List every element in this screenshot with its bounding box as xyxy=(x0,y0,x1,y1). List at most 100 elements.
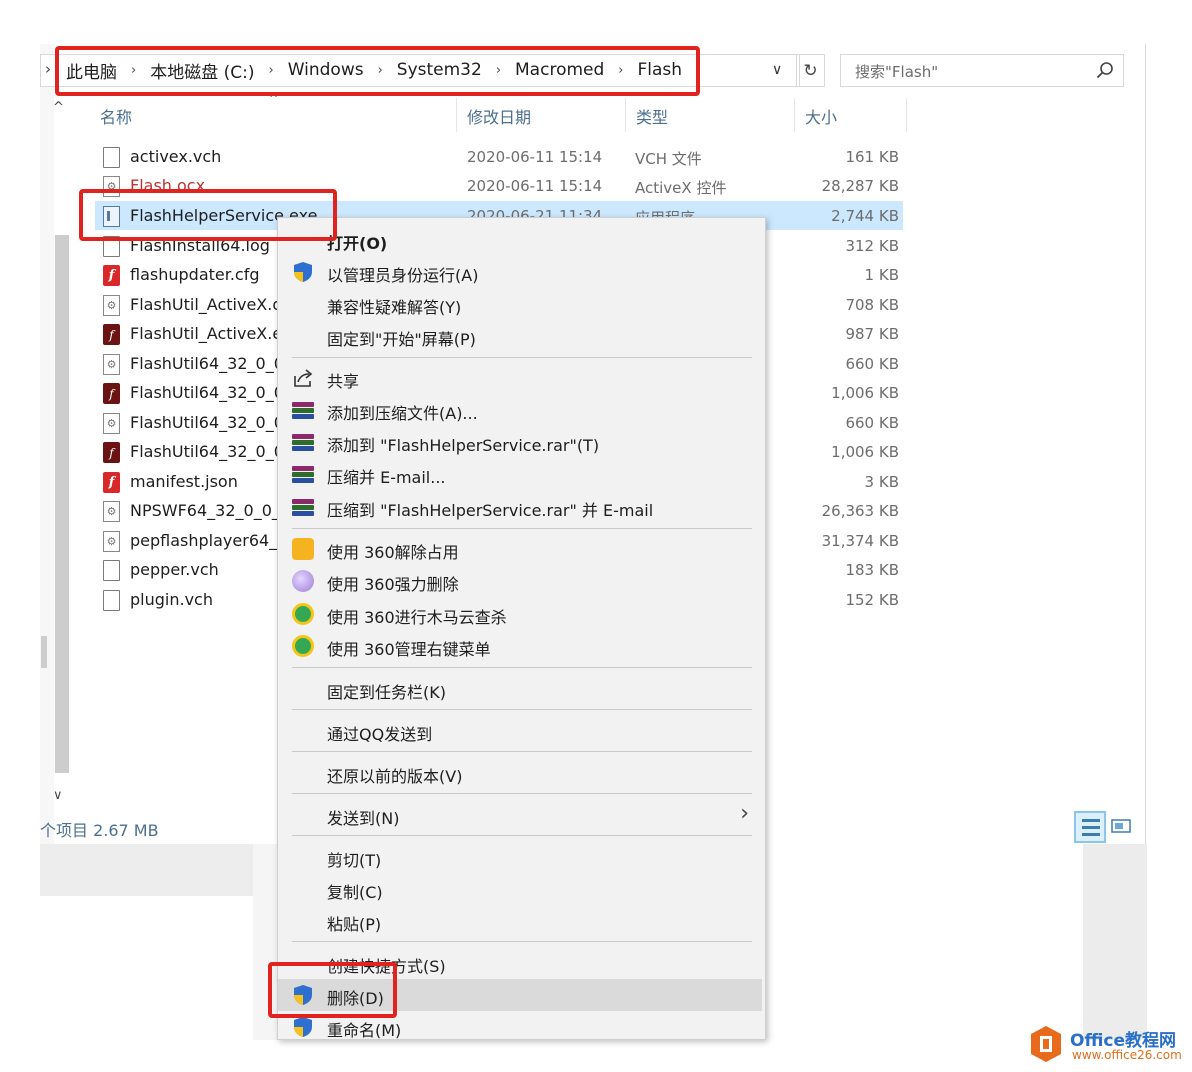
settings-file-icon: ⚙ xyxy=(103,295,120,316)
column-header-date[interactable]: 修改日期 xyxy=(467,104,531,128)
file-size: 1 KB xyxy=(864,266,899,284)
360-security-icon xyxy=(292,603,314,625)
share-icon xyxy=(294,369,313,387)
column-divider[interactable] xyxy=(456,98,457,132)
menu-item-360-trojan-scan[interactable]: 使用 360进行木马云查杀 xyxy=(278,598,765,630)
file-name: FlashUtil_ActiveX.e xyxy=(130,324,283,343)
menu-item-360-force-delete[interactable]: 使用 360强力删除 xyxy=(278,565,765,597)
refresh-icon: ↻ xyxy=(803,60,818,81)
menu-item-compatibility[interactable]: 兼容性疑难解答(Y) xyxy=(278,288,765,320)
file-size: 3 KB xyxy=(864,473,899,491)
watermark: Office教程网 www.office26.com xyxy=(1028,1022,1188,1068)
highlight-box-delete xyxy=(268,962,397,1018)
status-bar-text: 个项目 2.67 MB xyxy=(40,821,159,840)
menu-item-label: 粘贴(P) xyxy=(327,915,382,934)
scroll-down-icon[interactable]: ∨ xyxy=(53,788,63,803)
menu-item-label: 添加到压缩文件(A)... xyxy=(327,404,478,423)
360-force-delete-icon xyxy=(292,570,314,592)
column-divider[interactable] xyxy=(794,98,795,132)
menu-item-label: 复制(C) xyxy=(327,883,383,902)
file-name: FlashUtil_ActiveX.d xyxy=(130,295,283,314)
column-divider[interactable] xyxy=(906,98,907,132)
watermark-url: www.office26.com xyxy=(1072,1048,1182,1062)
uac-shield-icon xyxy=(294,1017,312,1037)
background-panel xyxy=(40,844,253,896)
file-size: 161 KB xyxy=(845,148,899,166)
document-icon xyxy=(103,560,120,581)
menu-item-label: 还原以前的版本(V) xyxy=(327,767,463,786)
chevron-down-icon[interactable]: ∨ xyxy=(772,62,782,78)
file-size: 1,006 KB xyxy=(831,384,899,402)
chevron-right-icon: › xyxy=(740,801,749,826)
file-size: 28,287 KB xyxy=(821,177,899,195)
file-size: 660 KB xyxy=(845,414,899,432)
menu-item-label: 剪切(T) xyxy=(327,851,382,870)
column-header-type[interactable]: 类型 xyxy=(636,104,668,128)
flash-dark-icon: f xyxy=(103,442,120,463)
flash-dark-icon: f xyxy=(103,324,120,345)
file-name: manifest.json xyxy=(130,472,238,491)
menu-item-cut[interactable]: 剪切(T) xyxy=(278,841,765,873)
settings-file-icon: ⚙ xyxy=(103,501,120,522)
screenshot-stage: › 此电脑 › 本地磁盘 (C:) › Windows › System32 ›… xyxy=(0,0,1192,1072)
context-menu: 打开(O) 以管理员身份运行(A) 兼容性疑难解答(Y) 固定到"开始"屏幕(P… xyxy=(277,217,766,1040)
file-size: 1,006 KB xyxy=(831,443,899,461)
menu-item-label: 添加到 "FlashHelperService.rar"(T) xyxy=(327,436,600,455)
menu-item-pin-taskbar[interactable]: 固定到任务栏(K) xyxy=(278,673,765,705)
menu-item-share[interactable]: 共享 xyxy=(278,362,765,394)
large-icons-view-button[interactable] xyxy=(1110,815,1132,837)
menu-item-compress-rar-email[interactable]: 压缩到 "FlashHelperService.rar" 并 E-mail xyxy=(278,491,765,523)
list-line xyxy=(1082,826,1100,829)
menu-item-label: 使用 360解除占用 xyxy=(327,543,459,562)
menu-item-compress-email[interactable]: 压缩并 E-mail... xyxy=(278,458,765,490)
menu-item-360-manage-menu[interactable]: 使用 360管理右键菜单 xyxy=(278,630,765,662)
menu-item-label: 固定到任务栏(K) xyxy=(327,683,446,702)
details-view-button[interactable] xyxy=(1074,811,1106,843)
menu-item-open[interactable]: 打开(O) xyxy=(278,224,765,256)
column-header-name[interactable]: 名称 xyxy=(100,104,132,128)
search-icon[interactable] xyxy=(1096,61,1114,79)
uac-shield-icon xyxy=(294,262,312,282)
menu-item-paste[interactable]: 粘贴(P) xyxy=(278,905,765,937)
menu-item-send-qq[interactable]: 通过QQ发送到 xyxy=(278,715,765,747)
column-header-size[interactable]: 大小 xyxy=(805,104,837,128)
menu-item-360-unlock[interactable]: 使用 360解除占用 xyxy=(278,533,765,565)
file-name: FlashUtil64_32_0_0 xyxy=(130,413,284,432)
file-size: 2,744 KB xyxy=(831,207,899,225)
scroll-up-icon[interactable]: ^ xyxy=(53,100,64,115)
file-size: 987 KB xyxy=(845,325,899,343)
menu-separator xyxy=(292,835,752,836)
scrollbar-thumb[interactable] xyxy=(41,636,47,668)
menu-item-label: 以管理员身份运行(A) xyxy=(327,266,479,285)
winrar-icon xyxy=(292,463,314,485)
menu-separator xyxy=(292,709,752,710)
menu-item-run-as-admin[interactable]: 以管理员身份运行(A) xyxy=(278,256,765,288)
file-row[interactable]: activex.vch 2020-06-11 15:14 VCH 文件 161 … xyxy=(95,142,903,171)
flash-dark-icon: f xyxy=(103,383,120,404)
nav-pane-scrollbar[interactable]: ^ ∨ xyxy=(41,100,69,812)
file-name: FlashUtil64_32_0_0 xyxy=(130,383,284,402)
file-name: pepflashplayer64_ xyxy=(130,531,278,550)
menu-item-pin-start[interactable]: 固定到"开始"屏幕(P) xyxy=(278,320,765,352)
office-logo-icon xyxy=(1031,1026,1061,1062)
menu-item-copy[interactable]: 复制(C) xyxy=(278,873,765,905)
menu-item-label: 使用 360进行木马云查杀 xyxy=(327,608,507,627)
file-date: 2020-06-11 15:14 xyxy=(467,177,603,195)
menu-item-send-to[interactable]: 发送到(N) › xyxy=(278,799,765,831)
document-icon xyxy=(103,147,120,168)
file-size: 152 KB xyxy=(845,591,899,609)
360-security-icon xyxy=(292,635,314,657)
scrollbar-thumb[interactable] xyxy=(55,235,69,773)
menu-item-add-archive[interactable]: 添加到压缩文件(A)... xyxy=(278,394,765,426)
refresh-button[interactable]: ↻ xyxy=(796,54,825,87)
settings-file-icon: ⚙ xyxy=(103,354,120,375)
menu-item-label: 通过QQ发送到 xyxy=(327,725,433,744)
chevron-left-icon[interactable]: › xyxy=(45,60,51,78)
menu-item-add-rar[interactable]: 添加到 "FlashHelperService.rar"(T) xyxy=(278,426,765,458)
background-panel xyxy=(1083,844,1147,1040)
file-type: VCH 文件 xyxy=(635,150,702,168)
file-date: 2020-06-11 15:14 xyxy=(467,148,603,166)
column-divider[interactable] xyxy=(625,98,626,132)
file-name: activex.vch xyxy=(130,147,222,166)
menu-item-restore-previous[interactable]: 还原以前的版本(V) xyxy=(278,757,765,789)
